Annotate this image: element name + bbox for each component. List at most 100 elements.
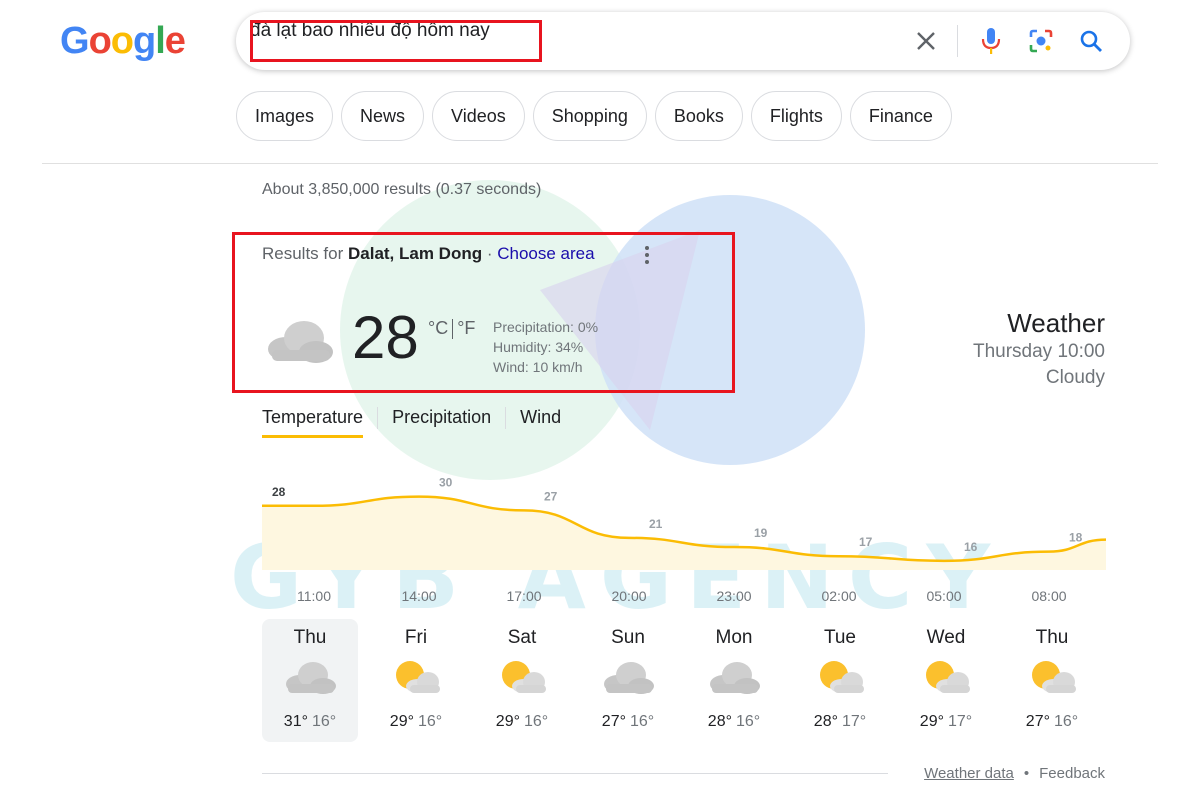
forecast-day[interactable]: Fri 29° 16° (368, 619, 464, 742)
temperature-label: 16 (964, 540, 978, 554)
forecast-low: 17° (948, 713, 973, 730)
hour-label: 11:00 (297, 588, 331, 604)
forecast-high: 29° (919, 713, 944, 730)
partly-sunny-icon (474, 655, 570, 699)
weather-time: Thursday 10:00 (972, 341, 1105, 362)
partly-sunny-icon (898, 655, 994, 699)
mic-icon[interactable] (974, 24, 1008, 58)
forecast-low: 16° (630, 713, 655, 730)
forecast-temps: 28° 17° (792, 713, 888, 731)
search-bar[interactable]: đà lạt bao nhiêu độ hôm nay (236, 12, 1130, 70)
result-stats: About 3,850,000 results (0.37 seconds) (262, 181, 542, 198)
chip-videos[interactable]: Videos (432, 91, 525, 141)
forecast-temps: 27° 16° (1004, 713, 1100, 731)
lens-icon[interactable] (1024, 24, 1058, 58)
search-icon[interactable] (1074, 24, 1108, 58)
forecast-day-name: Fri (404, 627, 428, 648)
wind-text: Wind: 10 km/h (493, 359, 583, 375)
tab-temperature[interactable]: Temperature (262, 407, 364, 438)
temperature-label: 19 (754, 526, 768, 540)
footer-divider (262, 773, 888, 774)
chip-shopping[interactable]: Shopping (532, 91, 647, 141)
forecast-temps: 29° 16° (368, 713, 464, 731)
forecast-temps: 29° 16° (474, 713, 570, 731)
logo-letter: o (88, 20, 112, 62)
hour-label: 23:00 (716, 588, 752, 604)
forecast-high: 27° (601, 713, 626, 730)
fahrenheit-unit[interactable]: °F (457, 318, 475, 338)
cloud-icon (686, 655, 782, 699)
forecast-high: 28° (813, 713, 838, 730)
forecast-day[interactable]: Wed 29° 17° (898, 619, 994, 742)
query-highlight-box (250, 20, 542, 62)
forecast-day-name: Sun (611, 627, 645, 648)
forecast-day-name: Sat (507, 627, 537, 648)
logo-letter: g (133, 20, 156, 62)
weather-condition: Cloudy (1045, 367, 1105, 388)
forecast-day-name: Wed (926, 627, 966, 648)
chip-images[interactable]: Images (236, 91, 334, 141)
forecast-day[interactable]: Thu 31° 16° (262, 619, 358, 742)
forecast-day-name: Thu (293, 627, 327, 648)
logo-letter: o (110, 20, 134, 62)
header-divider (42, 163, 1158, 164)
forecast-high: 29° (389, 713, 414, 730)
forecast-day-name: Tue (823, 627, 857, 648)
temperature-label: 21 (649, 517, 663, 531)
celsius-unit[interactable]: °C (428, 318, 448, 338)
forecast-low: 16° (736, 713, 761, 730)
forecast-low: 16° (1054, 713, 1079, 730)
forecast-day[interactable]: Mon 28° 16° (686, 619, 782, 742)
logo-letter: l (155, 20, 166, 62)
hour-label: 02:00 (821, 588, 857, 604)
close-icon[interactable] (909, 24, 943, 58)
temperature-label: 18 (1069, 531, 1083, 545)
forecast-day[interactable]: Sun 27° 16° (580, 619, 676, 742)
cloud-icon (580, 655, 676, 699)
temperature-label: 17 (859, 535, 873, 549)
forecast-temps: 29° 17° (898, 713, 994, 731)
cloud-icon (264, 316, 336, 371)
tab-precipitation[interactable]: Precipitation (392, 407, 491, 438)
cloud-icon (262, 655, 358, 699)
filter-chips: Images News Videos Shopping Books Flight… (236, 91, 952, 141)
forecast-day-name: Mon (715, 627, 753, 648)
forecast-high: 31° (283, 713, 308, 730)
hour-label: 08:00 (1031, 588, 1067, 604)
weather-data-link[interactable]: Weather data (924, 765, 1014, 782)
forecast-high: 28° (707, 713, 732, 730)
daily-forecast: Thu 31° 16° Fri 29° 16° Sat 29° 16° Sun 27° 16° Mon 2… (262, 619, 1110, 742)
unit-toggle: °C °F (428, 318, 475, 340)
chip-flights[interactable]: Flights (750, 91, 842, 141)
forecast-day[interactable]: Sat 29° 16° (474, 619, 570, 742)
temperature-label: 28 (272, 485, 286, 499)
google-logo[interactable]: Google (60, 20, 186, 63)
chip-news[interactable]: News (341, 91, 425, 141)
hour-axis: 11:00 14:00 17:00 20:00 23:00 02:00 05:00 08:00 (262, 588, 1106, 608)
forecast-low: 16° (418, 713, 443, 730)
forecast-low: 16° (524, 713, 549, 730)
feedback-link[interactable]: Feedback (1039, 765, 1105, 782)
current-temperature: 28 (352, 304, 419, 371)
forecast-temps: 27° 16° (580, 713, 676, 731)
forecast-low: 17° (842, 713, 867, 730)
forecast-temps: 31° 16° (262, 713, 358, 731)
forecast-high: 29° (495, 713, 520, 730)
partly-sunny-icon (1004, 655, 1100, 699)
tab-wind[interactable]: Wind (520, 407, 561, 438)
card-footer: Weather data • Feedback (924, 765, 1105, 782)
temperature-label: 27 (544, 489, 558, 503)
humidity-text: Humidity: 34% (493, 339, 584, 355)
chip-finance[interactable]: Finance (849, 91, 952, 141)
chip-books[interactable]: Books (654, 91, 743, 141)
search-bar-divider (957, 25, 958, 57)
forecast-day[interactable]: Tue 28° 17° (792, 619, 888, 742)
forecast-low: 16° (312, 713, 337, 730)
weather-tabs: Temperature Precipitation Wind (262, 407, 561, 438)
temperature-label: 30 (439, 476, 453, 490)
hour-label: 20:00 (611, 588, 647, 604)
weather-title: Weather (1007, 308, 1105, 338)
forecast-day-name: Thu (1035, 627, 1069, 648)
weather-summary: Weather Thursday 10:00 Cloudy (973, 308, 1105, 391)
forecast-day[interactable]: Thu 27° 16° (1004, 619, 1100, 742)
